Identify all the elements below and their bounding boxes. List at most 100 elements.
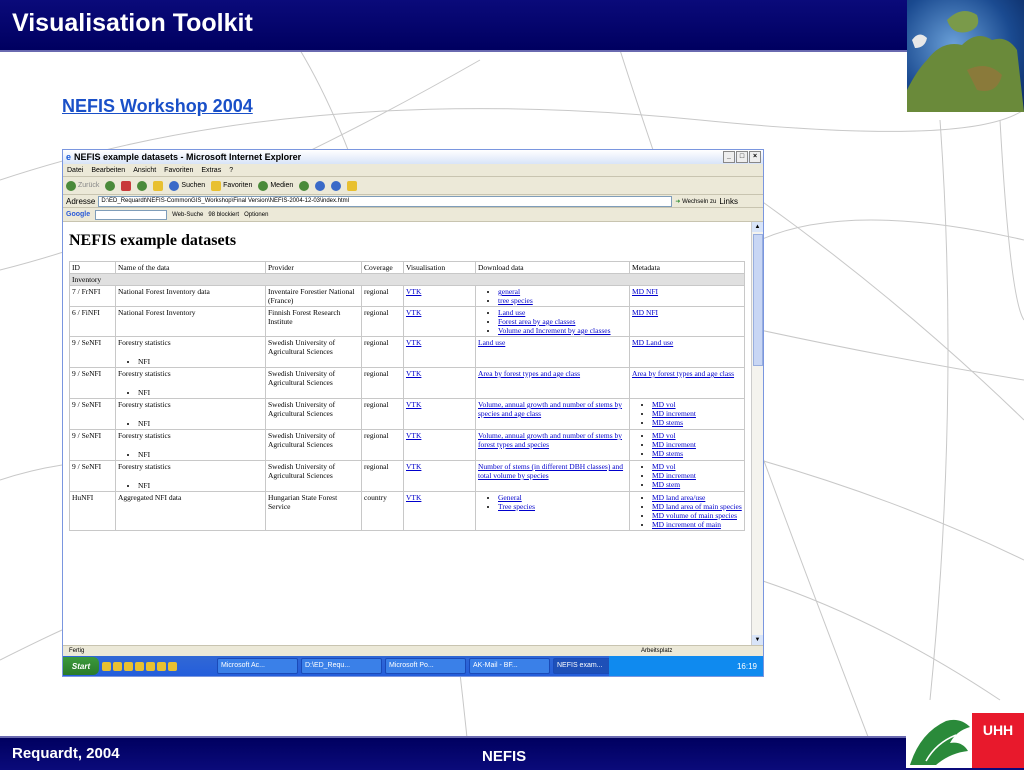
download-link[interactable]: Volume and Increment by age classes <box>498 326 611 335</box>
metadata-link[interactable]: MD vol <box>652 462 676 471</box>
quicklaunch-icon[interactable] <box>113 661 122 671</box>
quicklaunch-icon[interactable] <box>157 661 166 671</box>
metadata-link[interactable]: MD Land use <box>632 338 673 347</box>
menu-ansicht[interactable]: Ansicht <box>133 167 156 174</box>
vtk-link[interactable]: VTK <box>406 338 421 347</box>
media-button[interactable]: Medien <box>258 180 293 191</box>
scroll-down-icon[interactable]: ▼ <box>752 635 763 645</box>
clock: 16:19 <box>736 661 757 671</box>
download-link[interactable]: Tree species <box>498 502 535 511</box>
google-logo[interactable]: Google <box>66 211 90 218</box>
metadata-link[interactable]: MD vol <box>652 431 676 440</box>
edit-button[interactable] <box>347 180 358 191</box>
metadata-link[interactable]: MD stems <box>652 418 683 427</box>
metadata-link[interactable]: MD stem <box>652 480 680 489</box>
quicklaunch-icon[interactable] <box>135 661 144 671</box>
quick-launch <box>102 659 214 673</box>
google-search-input[interactable] <box>95 209 168 220</box>
cell-provider: Swedish University of Agricultural Scien… <box>265 460 362 492</box>
google-options-button[interactable]: Optionen <box>244 212 268 218</box>
list-item: Volume and Increment by age classes <box>498 326 627 335</box>
scroll-up-icon[interactable]: ▲ <box>752 222 763 232</box>
refresh-button[interactable] <box>137 180 148 191</box>
download-link[interactable]: general <box>498 287 520 296</box>
vtk-link[interactable]: VTK <box>406 369 421 378</box>
vtk-link[interactable]: VTK <box>406 462 421 471</box>
back-button[interactable]: Zurück <box>66 180 99 191</box>
links-label[interactable]: Links <box>719 197 738 206</box>
back-arrow-icon <box>66 180 76 191</box>
quicklaunch-icon[interactable] <box>168 661 177 671</box>
edit-icon <box>347 180 358 191</box>
menu-favoriten[interactable]: Favoriten <box>164 167 193 174</box>
metadata-link[interactable]: MD NFI <box>632 287 658 296</box>
vtk-link[interactable]: VTK <box>406 431 421 440</box>
list-item: NFI <box>138 419 263 428</box>
download-link[interactable]: Volume, annual growth and number of stem… <box>478 400 622 418</box>
slide-header: Visualisation Toolkit <box>0 0 1024 52</box>
maximize-button[interactable]: □ <box>736 151 748 163</box>
quicklaunch-icon[interactable] <box>102 661 111 671</box>
taskbar-item[interactable]: Microsoft Po... <box>385 658 466 674</box>
cell-provider: Inventaire Forestier National (France) <box>265 285 362 307</box>
metadata-link[interactable]: MD increment of main <box>652 520 721 529</box>
download-link[interactable]: Land use <box>498 308 525 317</box>
print-button[interactable] <box>331 180 342 191</box>
taskbar-item[interactable]: Microsoft Ac... <box>217 658 298 674</box>
address-bar: Adresse D:\ED_Requardt\NEFIS-CommonGIS_W… <box>63 195 763 208</box>
search-button[interactable]: Suchen <box>169 180 205 191</box>
download-link[interactable]: Volume, annual growth and number of stem… <box>478 431 622 449</box>
metadata-link[interactable]: MD vol <box>652 400 676 409</box>
minimize-button[interactable]: _ <box>723 151 735 163</box>
menu-extras[interactable]: Extras <box>201 167 221 174</box>
popup-blocker-button[interactable]: 98 blockiert <box>208 212 239 218</box>
menu-help[interactable]: ? <box>229 167 233 174</box>
metadata-link[interactable]: MD increment <box>652 409 696 418</box>
vtk-link[interactable]: VTK <box>406 287 421 296</box>
metadata-link[interactable]: Area by forest types and age class <box>632 369 734 378</box>
metadata-link[interactable]: MD increment <box>652 471 696 480</box>
mail-button[interactable] <box>315 180 326 191</box>
cell-id: HuNFI <box>69 491 116 531</box>
metadata-link[interactable]: MD increment <box>652 440 696 449</box>
download-link[interactable]: Area by forest types and age class <box>478 369 580 378</box>
cell-coverage: regional <box>361 306 404 337</box>
download-link[interactable]: Number of stems (in different DBH classe… <box>478 462 623 480</box>
close-button[interactable]: × <box>749 151 761 163</box>
metadata-link[interactable]: MD land area/use <box>652 493 705 502</box>
vtk-link[interactable]: VTK <box>406 400 421 409</box>
taskbar-item[interactable]: AK-Mail - BF... <box>469 658 550 674</box>
table-row: 6 / FiNFI National Forest Inventory Finnis… <box>69 306 745 337</box>
stop-button[interactable] <box>121 180 132 191</box>
vertical-scrollbar[interactable]: ▲ ▼ <box>751 222 763 645</box>
metadata-link[interactable]: MD stems <box>652 449 683 458</box>
favorites-button[interactable]: Favoriten <box>211 180 252 191</box>
taskbar-item[interactable]: D:\ED_Requ... <box>301 658 382 674</box>
slide-subtitle[interactable]: NEFIS Workshop 2004 <box>62 96 253 117</box>
download-link[interactable]: Land use <box>478 338 505 347</box>
scroll-thumb[interactable] <box>753 234 763 366</box>
start-button[interactable]: Start <box>63 657 99 675</box>
home-button[interactable] <box>153 180 164 191</box>
download-link[interactable]: Forest area by age classes <box>498 317 575 326</box>
metadata-link[interactable]: MD NFI <box>632 308 658 317</box>
metadata-link[interactable]: MD volume of main species <box>652 511 737 520</box>
cell-provider: Swedish University of Agricultural Scien… <box>265 336 362 368</box>
list-item: MD increment <box>652 471 742 480</box>
menu-bearbeiten[interactable]: Bearbeiten <box>91 167 125 174</box>
google-web-search-button[interactable]: Web-Suche <box>172 212 203 218</box>
download-link[interactable]: General <box>498 493 522 502</box>
menu-datei[interactable]: Datei <box>67 167 83 174</box>
cell-coverage: regional <box>361 429 404 461</box>
address-input[interactable]: D:\ED_Requardt\NEFIS-CommonGIS_Workshop\… <box>98 195 673 207</box>
vtk-link[interactable]: VTK <box>406 493 421 502</box>
cell-id: 9 / SeNFI <box>69 336 116 368</box>
vtk-link[interactable]: VTK <box>406 308 421 317</box>
go-button[interactable]: ➜ Wechseln zu <box>675 198 716 205</box>
history-button[interactable] <box>299 180 310 191</box>
download-link[interactable]: tree species <box>498 296 533 305</box>
metadata-link[interactable]: MD land area of main species <box>652 502 742 511</box>
forward-button[interactable] <box>105 180 116 191</box>
quicklaunch-icon[interactable] <box>124 661 133 671</box>
quicklaunch-icon[interactable] <box>146 661 155 671</box>
